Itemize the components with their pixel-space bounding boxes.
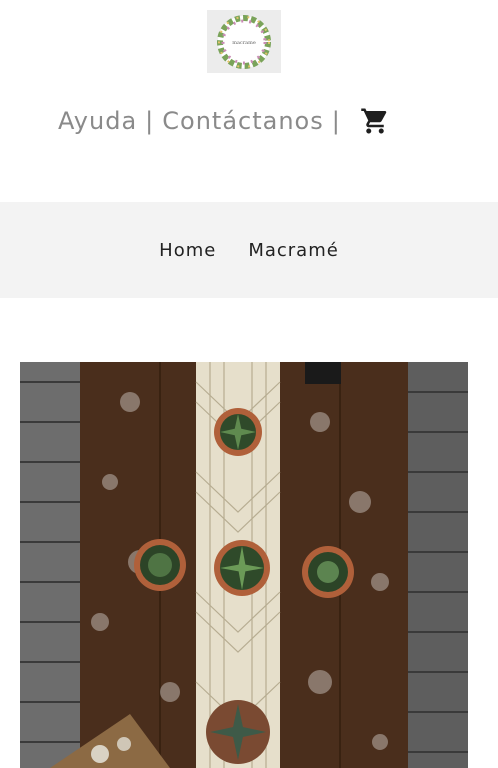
site-logo[interactable]: macrame [207,10,281,73]
separator: | [331,107,341,135]
nav-item-macrame[interactable]: Macramé [248,240,339,261]
separator: | [145,107,155,135]
nav-item-home[interactable]: Home [159,240,216,261]
contact-link[interactable]: Contáctanos [162,107,323,135]
succulent-pot [206,700,270,764]
succulent-pot [214,408,262,456]
main-nav: Home Macramé [0,202,498,298]
succulent-pot [302,546,354,598]
logo-text: macrame [232,40,256,46]
hero-image [20,362,468,768]
macrame-table-runner-with-succulents-photo [20,362,468,768]
wreath-logo-icon: macrame [217,14,271,69]
help-link[interactable]: Ayuda [58,107,137,135]
shopping-cart-icon[interactable] [359,105,391,137]
succulent-pot [214,540,270,596]
succulent-pot [134,539,186,591]
header-links: Ayuda | Contáctanos | [58,104,391,138]
